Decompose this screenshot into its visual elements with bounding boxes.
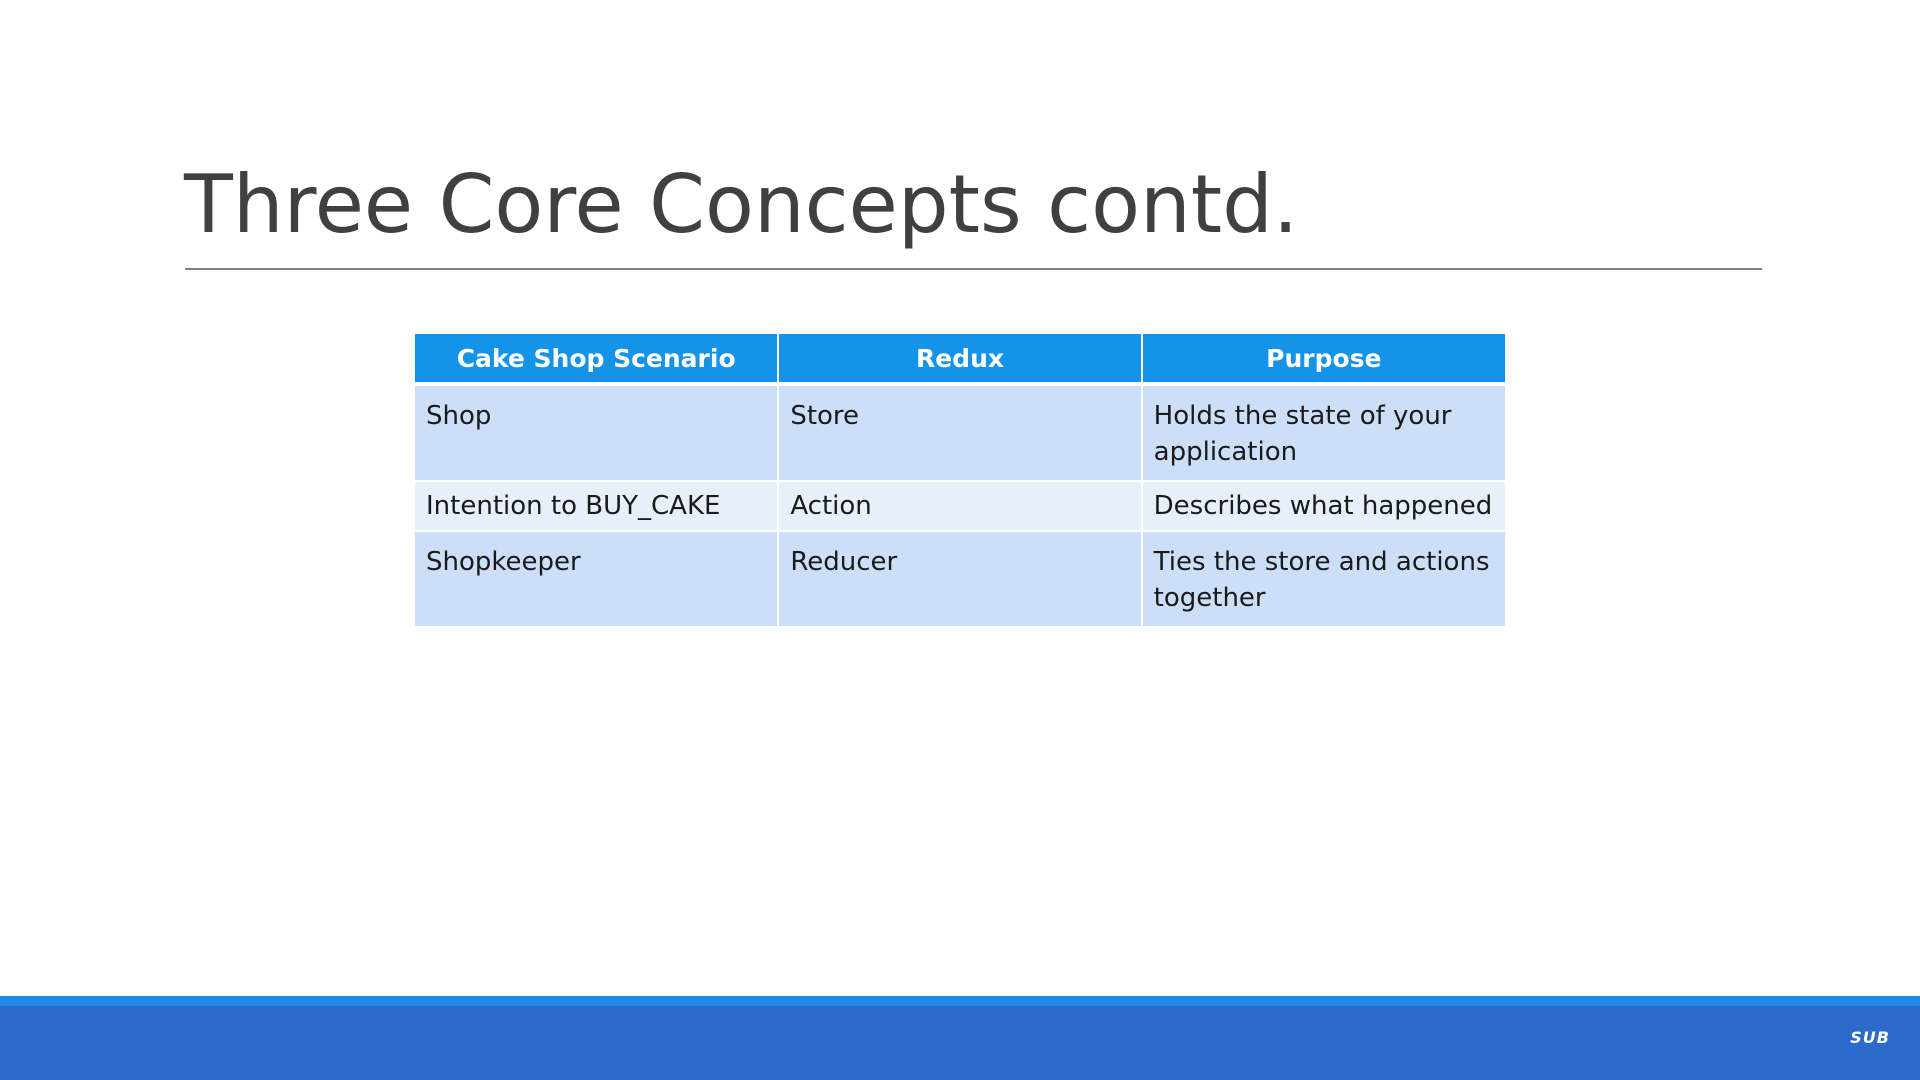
table-header-row: Cake Shop Scenario Redux Purpose xyxy=(415,334,1505,386)
footer-accent-stripe xyxy=(0,996,1920,1006)
header-cake-shop-scenario: Cake Shop Scenario xyxy=(415,334,780,386)
table-cell: Reducer xyxy=(778,531,1143,628)
table-cell: Ties the store and actions together xyxy=(1141,531,1505,628)
title-divider xyxy=(185,268,1762,270)
table-row-buy-cake: Intention to BUY_CAKE Action Describes w… xyxy=(415,481,1505,532)
table-cell: Action xyxy=(778,481,1143,532)
footer-bar: SUB xyxy=(0,996,1920,1080)
concepts-table: Cake Shop Scenario Redux Purpose Shop St… xyxy=(415,334,1505,628)
sub-logo: SUB xyxy=(1850,1028,1890,1047)
slide-title: Three Core Concepts contd. xyxy=(184,158,1299,251)
table-cell: Holds the state of your application xyxy=(1141,384,1505,482)
slide: Three Core Concepts contd. Cake Shop Sce… xyxy=(0,0,1920,1080)
table-row-shop: Shop Store Holds the state of your appli… xyxy=(415,384,1505,482)
table-cell: Store xyxy=(778,384,1143,482)
table-cell: Describes what happened xyxy=(1141,481,1505,532)
footer-main-band: SUB xyxy=(0,1006,1920,1080)
concepts-table-container: Cake Shop Scenario Redux Purpose Shop St… xyxy=(415,334,1505,628)
table-cell: Shop xyxy=(415,384,780,482)
header-redux: Redux xyxy=(778,334,1143,386)
table-cell: Shopkeeper xyxy=(415,531,780,628)
table-cell: Intention to BUY_CAKE xyxy=(415,481,780,532)
table-row-shopkeeper: Shopkeeper Reducer Ties the store and ac… xyxy=(415,531,1505,628)
header-purpose: Purpose xyxy=(1141,334,1505,386)
